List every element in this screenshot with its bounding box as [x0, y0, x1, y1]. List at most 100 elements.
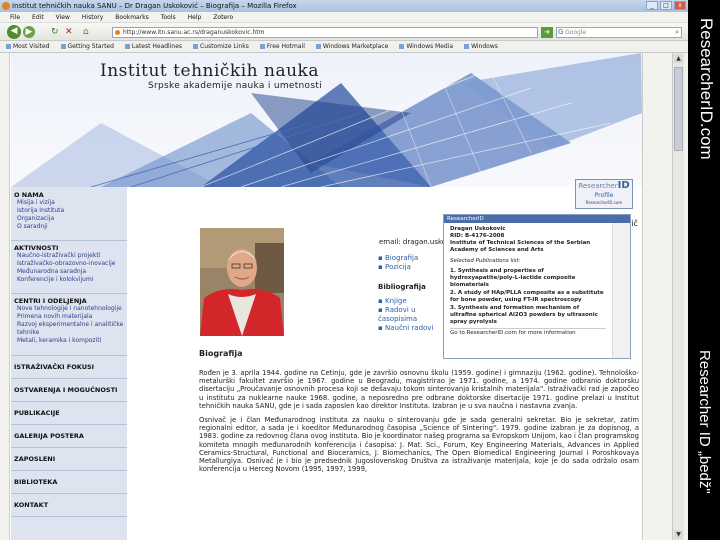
- researcherid-badge-button[interactable]: ResearcherID Profile ResearcherID.com: [575, 179, 633, 209]
- popup-header: ResearcherID: [444, 215, 630, 223]
- menu-edit[interactable]: Edit: [32, 12, 44, 22]
- scrollbar-thumb[interactable]: [674, 67, 683, 151]
- link-knjige-label[interactable]: Knjige: [385, 297, 407, 305]
- right-links: ▪ Biografija ▪ Pozicija Bibliografija ▪ …: [378, 254, 448, 333]
- popup-publication[interactable]: 1. Synthesis and properties of hydroxyap…: [450, 268, 606, 289]
- menu-file[interactable]: File: [10, 12, 20, 22]
- sidebar-link[interactable]: O saradnji: [11, 223, 127, 231]
- biography-text: Rođen je 3. aprila 1944. godine na Cetin…: [199, 369, 639, 479]
- close-button[interactable]: x: [674, 1, 686, 10]
- popup-institution: Institute of Technical Sciences of the S…: [450, 240, 591, 253]
- sidebar-link[interactable]: Istorija Instituta: [11, 207, 127, 215]
- sidebar-link[interactable]: Metali, keramika i kompoziti: [11, 337, 127, 345]
- site-banner: Institut tehničkih nauka Srpske akademij…: [11, 53, 642, 187]
- bookmark-item[interactable]: Windows Media: [399, 41, 453, 52]
- popup-scrollbar[interactable]: [612, 223, 630, 358]
- sidebar-link[interactable]: Međunarodna saradnja: [11, 268, 127, 276]
- bookmark-item[interactable]: Getting Started: [61, 41, 114, 52]
- link-naucni-radovi[interactable]: ▪ Naučni radovi: [378, 324, 448, 333]
- bookmark-item[interactable]: Free Hotmail: [260, 41, 305, 52]
- firefox-icon: [2, 2, 10, 10]
- popup-body: Dragan Uskokovic RID: B-4176-2008 Instit…: [444, 223, 612, 358]
- popup-name: Dragan Uskokovic: [450, 226, 506, 232]
- link-naucni-label[interactable]: Naučni radovi: [385, 324, 433, 332]
- left-sidebar: O NAMA Misija i vizija Istorija Institut…: [11, 187, 127, 540]
- sidebar-nav-ostvarenja[interactable]: OSTVARENJA I MOGUĆNOSTI: [11, 379, 127, 402]
- back-button[interactable]: ◀: [7, 25, 21, 39]
- sidebar-nav-istrazivacki-fokusi[interactable]: ISTRAŽIVAČKI FOKUSI: [11, 356, 127, 379]
- bookmark-item[interactable]: Customize Links: [193, 41, 249, 52]
- link-biografija-label[interactable]: Biografija: [385, 254, 418, 262]
- search-box[interactable]: G Google ⌕: [556, 27, 682, 38]
- sidebar-link[interactable]: Razvoj eksperimentalne i analitičke tehn…: [11, 321, 127, 337]
- link-biografija[interactable]: ▪ Biografija: [378, 254, 448, 263]
- popup-more-link[interactable]: Go to ResearcherID.com for more informat…: [450, 328, 606, 337]
- sidebar-link[interactable]: Primena novih materijala: [11, 313, 127, 321]
- scroll-down-arrow[interactable]: ▼: [674, 530, 683, 539]
- navigation-toolbar: ◀ ▶ ↻ ✕ ⌂ http://www.itn.sanu.ac.rs/drag…: [0, 23, 688, 41]
- sidebar-link[interactable]: Konferencije i kolokvijumi: [11, 276, 127, 284]
- sidebar-nav-galerija[interactable]: GALERIJA POSTERA: [11, 425, 127, 448]
- sidebar-link[interactable]: Istraživačko-obrazovno-inovacije: [11, 260, 127, 268]
- home-icon[interactable]: ⌂: [83, 26, 89, 38]
- bookmark-item[interactable]: Windows: [464, 41, 498, 52]
- menu-history[interactable]: History: [82, 12, 103, 22]
- reload-icon[interactable]: ↻: [51, 26, 59, 38]
- popup-rid: RID: B-4176-2008: [450, 233, 505, 239]
- sidebar-link[interactable]: Naučno-istraživački projekti: [11, 252, 127, 260]
- menu-view[interactable]: View: [56, 12, 70, 22]
- bookmark-item[interactable]: Latest Headlines: [125, 41, 182, 52]
- portrait-photo: [200, 228, 284, 336]
- rid-badge-id: ID: [617, 180, 630, 191]
- link-radovi[interactable]: ▪ Radovi u časopisima: [378, 306, 448, 324]
- link-knjige[interactable]: ▪ Knjige: [378, 297, 448, 306]
- sidebar-nav-publikacije[interactable]: PUBLIKACIJE: [11, 402, 127, 425]
- sidebar-nav-zaposleni[interactable]: ZAPOSLENI: [11, 448, 127, 471]
- window-title: Institut tehničkih nauka SANU – Dr Draga…: [12, 2, 297, 10]
- site-subtitle: Srpske akademije nauka i umetnosti: [148, 81, 322, 91]
- browser-window: Institut tehničkih nauka SANU – Dr Draga…: [0, 0, 688, 540]
- forward-button[interactable]: ▶: [23, 26, 35, 38]
- link-radovi-label[interactable]: Radovi u časopisima: [378, 306, 417, 323]
- page-margin-left: [0, 53, 10, 540]
- sidebar-section-aktivnosti[interactable]: AKTIVNOSTI: [11, 244, 127, 252]
- popup-publication[interactable]: 3. Synthesis and formation mechanism of …: [450, 305, 606, 326]
- portrait-image: [200, 228, 284, 336]
- page-content: ▲ ▼ Institut tehničkih nauka Srpske akad…: [0, 53, 688, 540]
- sidebar-nav-biblioteka[interactable]: BIBLIOTEKA: [11, 471, 127, 494]
- rid-badge-label: ResearcherID: [576, 180, 632, 192]
- menu-zotero[interactable]: Zotero: [213, 12, 233, 22]
- scrollbar[interactable]: ▲ ▼: [672, 53, 684, 540]
- popup-publication[interactable]: 2. A study of HAp/PLLA composite as a su…: [450, 290, 606, 304]
- bookmark-item[interactable]: Windows Marketplace: [316, 41, 388, 52]
- search-placeholder: Google: [565, 29, 587, 36]
- menu-tools[interactable]: Tools: [161, 12, 176, 22]
- popup-publications-heading: Selected Publications list:: [450, 258, 521, 264]
- url-bar[interactable]: http://www.itn.sanu.ac.rs/draganuskokovi…: [112, 27, 538, 38]
- link-pozicija[interactable]: ▪ Pozicija: [378, 263, 448, 272]
- sidebar-link[interactable]: Organizacija: [11, 215, 127, 223]
- bookmarks-toolbar: Most Visited Getting Started Latest Head…: [0, 41, 688, 53]
- sidebar-nav-kontakt[interactable]: KONTAKT: [11, 494, 127, 517]
- site-title: Institut tehničkih nauka: [100, 61, 319, 81]
- menu-bookmarks[interactable]: Bookmarks: [115, 12, 149, 22]
- sidebar-section-centri[interactable]: CENTRI I ODELJENJA: [11, 297, 127, 305]
- url-text: http://www.itn.sanu.ac.rs/draganuskokovi…: [123, 29, 265, 36]
- sidebar-link[interactable]: Misija i vizija: [11, 199, 127, 207]
- link-pozicija-label[interactable]: Pozicija: [385, 263, 411, 271]
- scroll-up-arrow[interactable]: ▲: [674, 54, 683, 63]
- site-icon: [115, 30, 120, 35]
- maximize-button[interactable]: □: [660, 1, 672, 10]
- go-button[interactable]: ➔: [541, 27, 553, 38]
- sidebar-link[interactable]: Nove tehnologije i nanotehnologije: [11, 305, 127, 313]
- stop-icon[interactable]: ✕: [65, 26, 73, 38]
- bookmark-item[interactable]: Most Visited: [6, 41, 50, 52]
- bibliografija-heading: Bibliografija: [378, 283, 426, 291]
- slide-label-bottom: Researcher ID „bedž": [696, 350, 713, 494]
- rid-badge-profile: Profile: [594, 192, 614, 199]
- bio-paragraph: Osnivač je i član Međunarodnog instituta…: [199, 416, 639, 474]
- search-icon[interactable]: ⌕: [675, 28, 679, 37]
- minimize-button[interactable]: _: [646, 1, 658, 10]
- sidebar-section-o-nama[interactable]: O NAMA: [11, 191, 127, 199]
- menu-help[interactable]: Help: [188, 12, 202, 22]
